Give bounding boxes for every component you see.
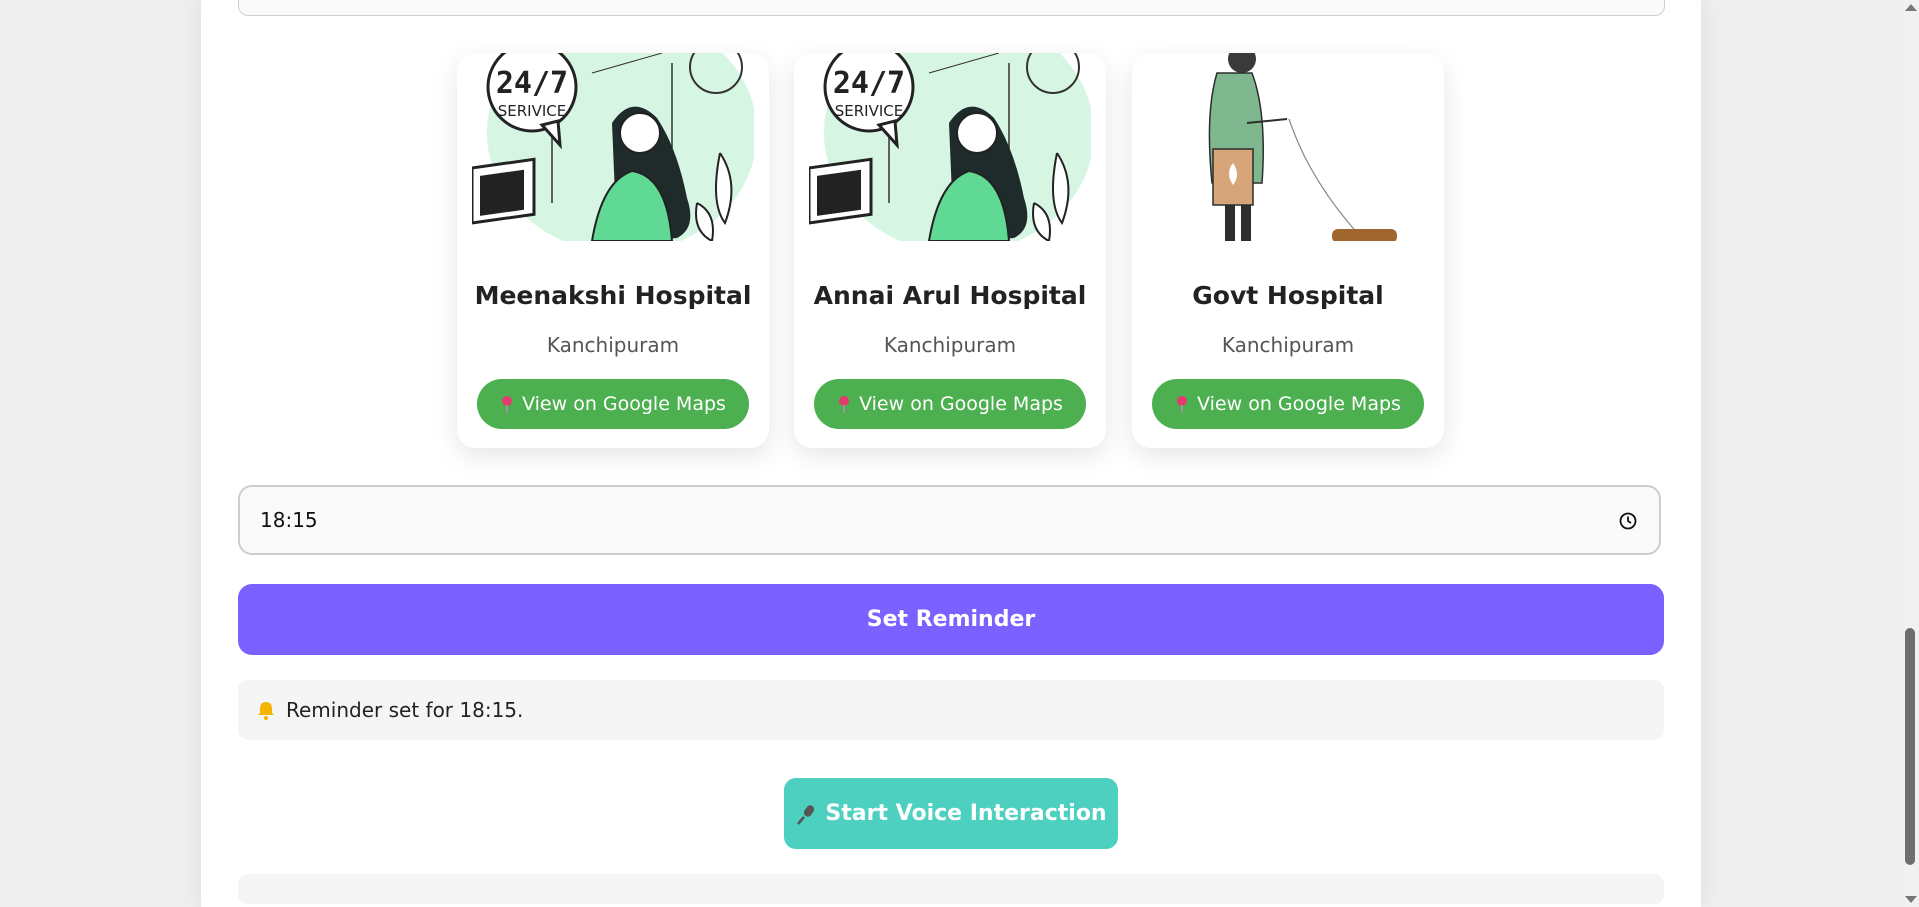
set-reminder-button[interactable]: Set Reminder [238, 584, 1664, 655]
badge-line1: 24/7 [833, 66, 905, 101]
main-container: 24/7 SERIVICE Meenakshi Hospital Kanchip… [201, 0, 1701, 907]
maps-button-label: View on Google Maps [1197, 393, 1401, 415]
voice-button-label: Start Voice Interaction [825, 801, 1107, 826]
hospital-city: Kanchipuram [883, 333, 1017, 357]
view-on-maps-button[interactable]: View on Google Maps [1152, 379, 1424, 429]
hospital-name: Govt Hospital [1192, 281, 1384, 310]
reminder-time-input[interactable]: 18:15 [238, 485, 1661, 555]
badge-line1: 24/7 [496, 66, 568, 101]
hospital-name: Annai Arul Hospital [813, 281, 1087, 310]
scroll-up-arrow-icon[interactable] [1905, 4, 1917, 11]
service-agent-illustration: 24/7 SERIVICE [809, 53, 1091, 241]
scroll-down-arrow-icon[interactable] [1905, 896, 1917, 903]
start-voice-interaction-button[interactable]: Start Voice Interaction [784, 778, 1118, 849]
reminder-status-text: Reminder set for 18:15. [286, 698, 524, 722]
hospital-name: Meenakshi Hospital [474, 281, 752, 310]
person-walking-dog-illustration [1147, 53, 1429, 241]
pin-icon [837, 395, 851, 413]
scrollbar-thumb[interactable] [1905, 628, 1915, 865]
pin-icon [1175, 395, 1189, 413]
view-on-maps-button[interactable]: View on Google Maps [814, 379, 1086, 429]
pin-icon [500, 395, 514, 413]
badge-line2: SERIVICE [498, 102, 566, 120]
hospital-card: Govt Hospital Kanchipuram View on Google… [1132, 53, 1444, 448]
hospital-city: Kanchipuram [1221, 333, 1355, 357]
hospital-cards: 24/7 SERIVICE Meenakshi Hospital Kanchip… [457, 53, 1457, 448]
hospital-city: Kanchipuram [546, 333, 680, 357]
vertical-scrollbar[interactable] [1902, 0, 1919, 907]
microphone-icon [795, 802, 817, 826]
hospital-card: 24/7 SERIVICE Meenakshi Hospital Kanchip… [457, 53, 769, 448]
maps-button-label: View on Google Maps [859, 393, 1063, 415]
service-agent-illustration: 24/7 SERIVICE [472, 53, 754, 241]
reminder-status: Reminder set for 18:15. [238, 680, 1664, 740]
view-on-maps-button[interactable]: View on Google Maps [477, 379, 749, 429]
voice-output-area [238, 874, 1664, 904]
time-value: 18:15 [260, 508, 318, 532]
maps-button-label: View on Google Maps [522, 393, 726, 415]
badge-line2: SERIVICE [835, 102, 903, 120]
clock-icon[interactable] [1619, 512, 1637, 530]
bell-icon [256, 700, 276, 720]
hospital-card: 24/7 SERIVICE Annai Arul Hospital Kanchi… [794, 53, 1106, 448]
previous-input-field[interactable] [238, 0, 1665, 16]
